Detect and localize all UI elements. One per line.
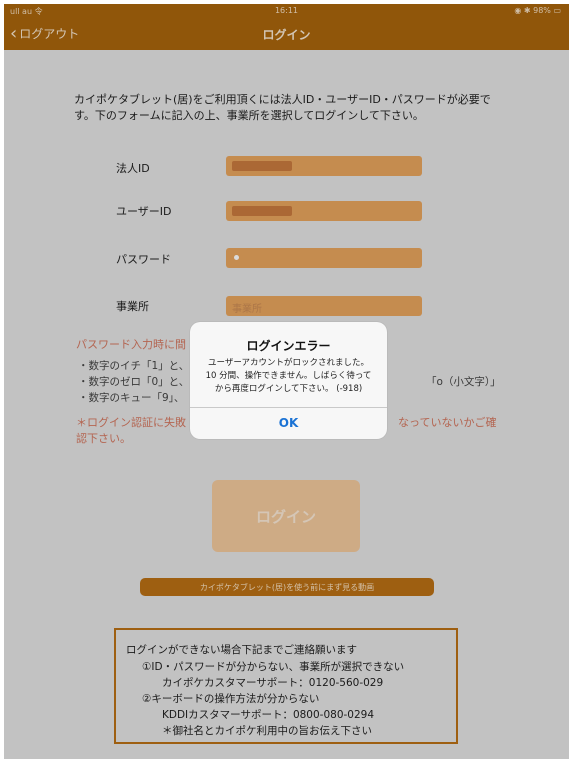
dialog-message: ユーザーアカウントがロックされました。 10 分間、操作できません。しばらく待っ… xyxy=(198,357,379,396)
dialog-message-line-3: から再度ログインして下さい。 (-918) xyxy=(214,384,363,394)
dialog-message-line-2: 10 分間、操作できません。しばらく待って xyxy=(205,371,372,381)
ipad-screen: ull au 令 16:11 ◉ ✱ 98% ▭ ‹ ログアウト ログイン カイ… xyxy=(4,4,569,759)
dialog-message-line-1: ユーザーアカウントがロックされました。 xyxy=(208,358,369,368)
dialog-ok-button[interactable]: OK xyxy=(190,408,387,439)
dialog-title: ログインエラー xyxy=(246,339,331,353)
login-error-dialog: ログインエラー ユーザーアカウントがロックされました。 10 分間、操作できませ… xyxy=(190,322,387,439)
